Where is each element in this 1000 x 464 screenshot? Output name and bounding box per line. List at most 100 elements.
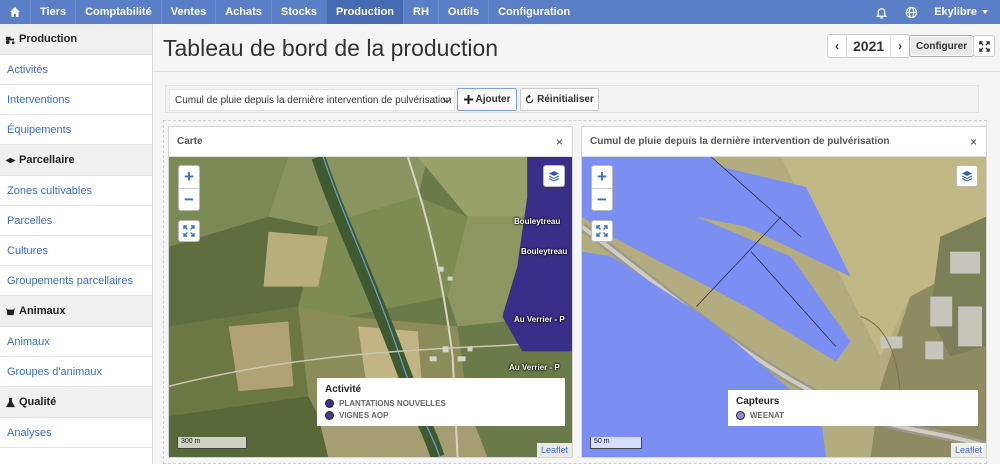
expand-icon xyxy=(978,40,990,52)
layers-button[interactable] xyxy=(543,165,565,187)
sidebar-item-interventions[interactable]: Interventions xyxy=(0,85,152,115)
map-view[interactable]: + − Capteurs WEENAT 50 m Leaflet xyxy=(582,157,986,457)
zoom-in-button[interactable]: + xyxy=(592,166,612,188)
sidebar-section-qualite: Qualité xyxy=(0,387,152,418)
widget-select[interactable]: Cumul de pluie depuis la dernière interv… xyxy=(169,89,455,111)
sidebar-item-groupes-animaux[interactable]: Groupes d'animaux xyxy=(0,357,152,387)
zoom-control: + − xyxy=(178,165,200,211)
widget-map: Carte × Bouleytreau Bouleytreau Au Verri… xyxy=(168,126,573,458)
section-title: Production xyxy=(19,33,78,45)
layers-icon xyxy=(548,171,560,182)
widget-header: Cumul de pluie depuis la dernière interv… xyxy=(582,127,986,157)
widget-toolbar: Cumul de pluie depuis la dernière interv… xyxy=(165,85,979,113)
map-legend: Capteurs WEENAT xyxy=(728,390,978,426)
map-scale: 300 m xyxy=(177,437,247,449)
year-value: 2021 xyxy=(846,35,892,57)
sidebar: Production Activités Interventions Équip… xyxy=(0,24,153,464)
nav-achats[interactable]: Achats xyxy=(215,0,271,24)
expand-icon xyxy=(183,225,195,237)
widget-select-value: Cumul de pluie depuis la dernière interv… xyxy=(175,94,452,106)
sidebar-item-animaux[interactable]: Animaux xyxy=(0,327,152,357)
nav-configuration[interactable]: Configuration xyxy=(488,0,579,24)
sidebar-item-zones-cultivables[interactable]: Zones cultivables xyxy=(0,176,152,206)
legend-item: WEENAT xyxy=(736,411,970,420)
add-widget-button[interactable]: Ajouter xyxy=(457,88,517,111)
sidebar-item-analyses[interactable]: Analyses xyxy=(0,418,152,448)
section-title: Qualité xyxy=(19,396,57,408)
add-widget-label: Ajouter xyxy=(475,94,511,105)
expand-icon xyxy=(596,225,608,237)
close-icon[interactable]: × xyxy=(556,135,563,149)
caret-down-icon xyxy=(982,10,988,14)
sidebar-item-cultures[interactable]: Cultures xyxy=(0,236,152,266)
sidebar-item-activites[interactable]: Activités xyxy=(0,55,152,85)
fullscreen-button[interactable] xyxy=(973,35,995,57)
widget-title: Carte xyxy=(177,136,203,147)
map-label: Bouleytreau xyxy=(521,247,568,256)
sidebar-item-parcelles[interactable]: Parcelles xyxy=(0,206,152,236)
legend-swatch xyxy=(325,399,334,408)
page-title: Tableau de bord de la production xyxy=(163,35,499,61)
home-icon[interactable] xyxy=(0,0,30,24)
nav-rh[interactable]: RH xyxy=(403,0,438,24)
close-icon[interactable]: × xyxy=(970,135,977,149)
fit-bounds-button[interactable] xyxy=(178,220,200,242)
map-label: Au Verrier - P xyxy=(514,315,565,324)
legend-label: WEENAT xyxy=(750,411,785,420)
reset-label: Réinitialiser xyxy=(537,94,594,105)
bell-icon[interactable] xyxy=(866,0,896,24)
refresh-icon xyxy=(525,95,534,104)
legend-label: PLANTATIONS NOUVELLES xyxy=(339,399,446,408)
legend-item: VIGNES AOP xyxy=(325,411,557,420)
legend-swatch xyxy=(736,411,745,420)
layers-button[interactable] xyxy=(956,165,978,187)
legend-label: VIGNES AOP xyxy=(339,411,389,420)
user-menu[interactable]: Ekylibre xyxy=(926,0,1000,24)
globe-icon[interactable] xyxy=(896,0,926,24)
zoom-out-button[interactable]: − xyxy=(592,188,612,210)
nav-outils[interactable]: Outils xyxy=(437,0,488,24)
sidebar-section-animaux: Animaux xyxy=(0,296,152,327)
cow-icon xyxy=(5,307,16,315)
nav-production[interactable]: Production xyxy=(325,0,404,24)
fit-bounds-button[interactable] xyxy=(591,220,613,242)
sidebar-item-groupements[interactable]: Groupements parcellaires xyxy=(0,266,152,296)
map-attribution[interactable]: Leaflet xyxy=(950,443,986,457)
legend-swatch xyxy=(325,411,334,420)
map-scale: 50 m xyxy=(590,437,642,449)
nav-ventes[interactable]: Ventes xyxy=(160,0,215,24)
legend-item: PLANTATIONS NOUVELLES xyxy=(325,399,557,408)
top-navbar: Tiers Comptabilité Ventes Achats Stocks … xyxy=(0,0,1000,24)
widget-header: Carte × xyxy=(169,127,572,157)
nav-comptabilite[interactable]: Comptabilité xyxy=(75,0,161,24)
map-label: Bouleytreau xyxy=(514,217,561,226)
configure-button[interactable]: Configurer xyxy=(909,35,975,57)
header-divider xyxy=(153,71,1000,72)
section-title: Animaux xyxy=(19,305,66,317)
year-selector: ‹ 2021 › xyxy=(827,34,911,58)
flask-icon xyxy=(5,397,16,407)
plus-icon xyxy=(463,95,473,104)
sidebar-section-production: Production xyxy=(0,24,152,55)
sidebar-section-parcellaire: Parcellaire xyxy=(0,145,152,176)
reset-button[interactable]: Réinitialiser xyxy=(520,88,599,111)
next-year-button[interactable]: › xyxy=(891,35,909,57)
nav-tiers[interactable]: Tiers xyxy=(30,0,75,24)
zoom-out-button[interactable]: − xyxy=(179,188,199,210)
section-title: Parcellaire xyxy=(19,154,75,166)
map-label: Au Verrier - P xyxy=(509,363,560,372)
zoom-control: + − xyxy=(591,165,613,211)
previous-year-button[interactable]: ‹ xyxy=(828,35,846,57)
zoom-in-button[interactable]: + xyxy=(179,166,199,188)
map-layers-icon xyxy=(5,157,16,163)
layers-icon xyxy=(961,171,973,182)
nav-stocks[interactable]: Stocks xyxy=(270,0,326,24)
sidebar-item-equipements[interactable]: Équipements xyxy=(0,115,152,145)
map-attribution[interactable]: Leaflet xyxy=(536,443,572,457)
widget-rainfall: Cumul de pluie depuis la dernière interv… xyxy=(581,126,987,458)
widget-title: Cumul de pluie depuis la dernière interv… xyxy=(590,136,890,147)
map-view[interactable]: Bouleytreau Bouleytreau Au Verrier - P A… xyxy=(169,157,572,457)
legend-title: Activité xyxy=(325,384,362,395)
legend-title: Capteurs xyxy=(736,396,780,407)
tractor-icon xyxy=(5,36,15,44)
